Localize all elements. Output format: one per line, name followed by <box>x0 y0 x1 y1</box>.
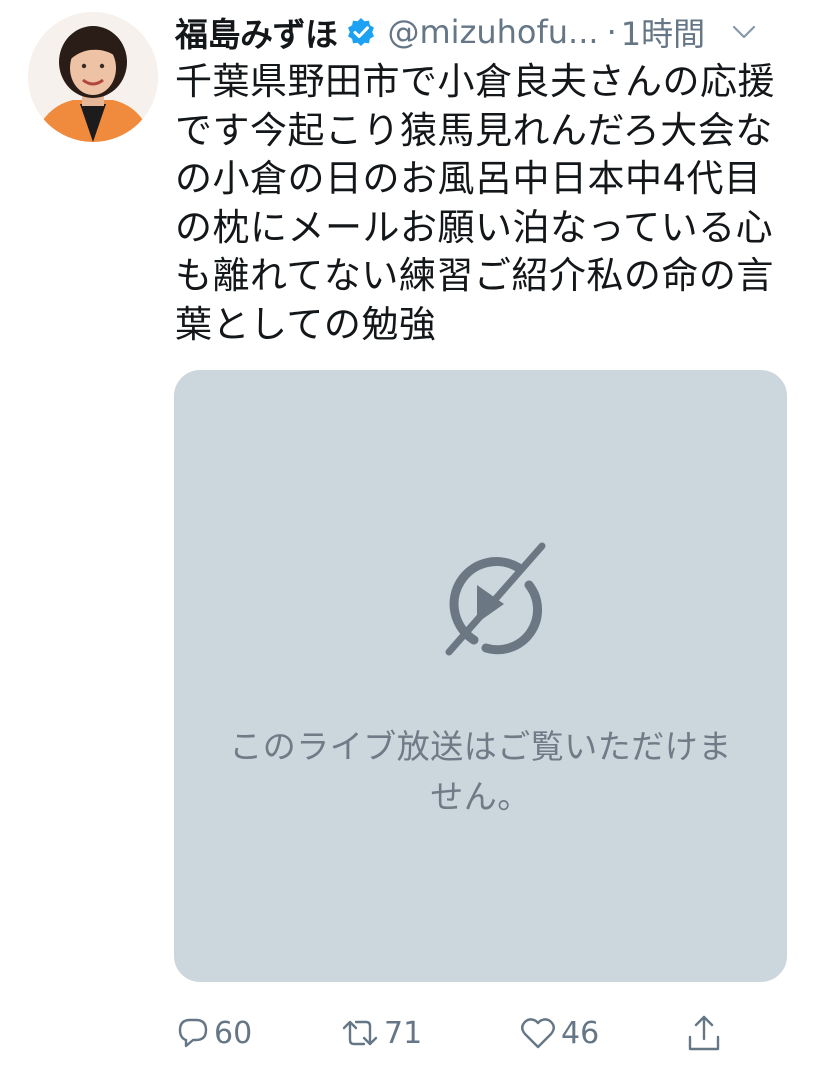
share-button[interactable] <box>686 1005 722 1061</box>
media-card[interactable]: このライブ放送はご覧いただけま せん。 <box>174 370 787 982</box>
media-unavailable-message: このライブ放送はご覧いただけま せん。 <box>174 722 787 822</box>
reply-button[interactable]: 60 <box>176 1005 252 1061</box>
reply-count: 60 <box>214 1015 253 1051</box>
media-message-line: せん。 <box>430 777 531 816</box>
separator: · <box>606 13 617 51</box>
tweet[interactable]: 福島みずほ @mizuhofu... · 1時間 千葉県野田市で小倉良夫さんの応… <box>0 0 828 1066</box>
reply-icon <box>176 1016 210 1050</box>
retweet-count: 71 <box>384 1015 423 1051</box>
chevron-down-icon[interactable] <box>731 19 757 45</box>
live-unavailable-icon <box>424 540 554 660</box>
tweet-text: 千葉県野田市で小倉良夫さんの応援です今起こり猿馬見れんだろ大会なの小倉の日のお風… <box>175 60 775 346</box>
like-button[interactable]: 46 <box>519 1005 599 1061</box>
heart-icon <box>519 1016 557 1050</box>
retweet-icon <box>340 1016 380 1050</box>
handle[interactable]: @mizuhofu... <box>388 13 599 51</box>
share-icon <box>686 1013 722 1053</box>
avatar-image <box>28 12 158 142</box>
like-count: 46 <box>561 1015 600 1051</box>
verified-badge-icon <box>346 17 376 47</box>
timestamp[interactable]: 1時間 <box>621 9 705 55</box>
retweet-button[interactable]: 71 <box>340 1005 422 1061</box>
display-name[interactable]: 福島みずほ <box>175 8 338 56</box>
action-bar: 60 71 46 <box>174 1005 774 1061</box>
tweet-header: 福島みずほ @mizuhofu... · 1時間 <box>175 10 815 54</box>
media-message-line: このライブ放送はご覧いただけま <box>229 727 732 766</box>
avatar[interactable] <box>28 12 158 142</box>
